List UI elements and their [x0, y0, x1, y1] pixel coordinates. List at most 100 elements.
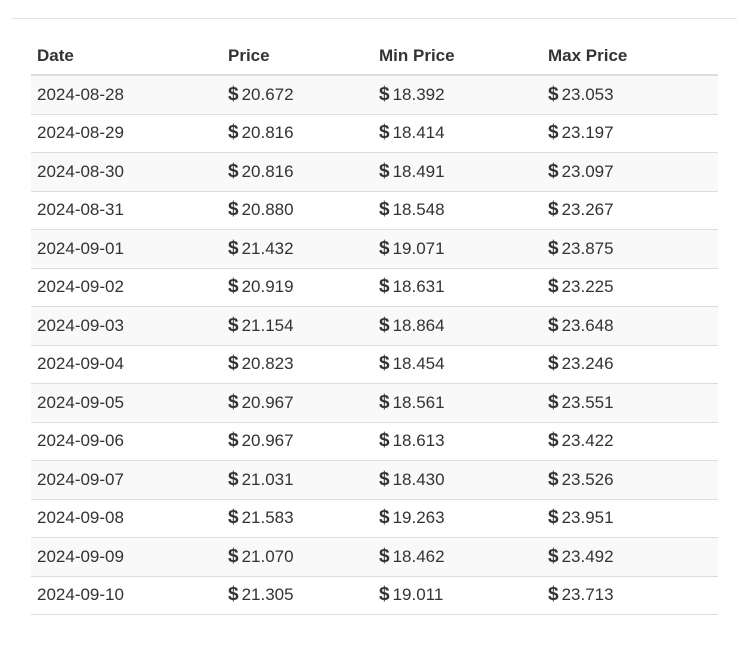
cell-value: 21.432 — [241, 238, 294, 258]
dollar-icon: $ — [228, 430, 239, 452]
cell-value: 20.816 — [241, 161, 294, 181]
cell-value: 23.875 — [561, 238, 614, 258]
header-price: Price — [222, 37, 373, 76]
dollar-icon: $ — [228, 122, 239, 144]
cell-max-price: $23.053 — [542, 75, 718, 115]
dollar-icon: $ — [228, 199, 239, 221]
dollar-icon: $ — [228, 160, 239, 182]
cell-value: 23.197 — [561, 123, 614, 143]
cell-date: 2024-09-01 — [31, 229, 222, 269]
table-row: 2024-09-05 $20.967 $18.561 $23.551 — [31, 383, 718, 423]
cell-value: 18.631 — [392, 277, 445, 297]
cell-price: $21.432 — [222, 229, 373, 269]
table-row: 2024-09-08 $21.583 $19.263 $23.951 — [31, 499, 718, 538]
cell-max-price: $23.648 — [542, 306, 718, 346]
cell-value: 18.548 — [392, 200, 445, 220]
cell-min-price: $18.613 — [373, 422, 542, 461]
cell-value: 21.305 — [241, 585, 294, 605]
cell-min-price: $18.454 — [373, 345, 542, 384]
cell-value: 19.263 — [392, 508, 445, 528]
dollar-icon: $ — [228, 584, 239, 606]
table-row: 2024-09-03 $21.154 $18.864 $23.648 — [31, 306, 718, 346]
cell-min-price: $18.430 — [373, 460, 542, 500]
cell-price: $20.823 — [222, 345, 373, 384]
dollar-icon: $ — [548, 468, 559, 490]
dollar-icon: $ — [379, 353, 390, 375]
dollar-icon: $ — [228, 314, 239, 336]
cell-value: 19.011 — [392, 585, 444, 605]
table-header-row: Date Price Min Price Max Price — [31, 37, 718, 76]
cell-value: 18.414 — [392, 123, 445, 143]
cell-min-price: $18.392 — [373, 75, 542, 115]
cell-max-price: $23.526 — [542, 460, 718, 500]
cell-date: 2024-09-05 — [31, 383, 222, 423]
cell-max-price: $23.951 — [542, 499, 718, 538]
dollar-icon: $ — [548, 507, 559, 529]
cell-price: $21.031 — [222, 460, 373, 500]
cell-date: 2024-09-08 — [31, 499, 222, 538]
dollar-icon: $ — [379, 468, 390, 490]
cell-value: 21.070 — [241, 546, 294, 566]
page: Date Price Min Price Max Price 2024-08-2… — [0, 0, 739, 656]
cell-date: 2024-09-07 — [31, 460, 222, 500]
dollar-icon: $ — [548, 391, 559, 413]
cell-min-price: $18.631 — [373, 268, 542, 307]
cell-value: 21.031 — [241, 469, 294, 489]
dollar-icon: $ — [548, 584, 559, 606]
cell-value: 20.967 — [241, 392, 294, 412]
cell-max-price: $23.246 — [542, 345, 718, 384]
cell-value: 20.823 — [241, 354, 294, 374]
dollar-icon: $ — [379, 584, 390, 606]
dollar-icon: $ — [228, 276, 239, 298]
cell-value: 20.816 — [241, 123, 294, 143]
cell-price: $20.816 — [222, 152, 373, 192]
dollar-icon: $ — [548, 353, 559, 375]
cell-price: $21.070 — [222, 537, 373, 577]
header-max-price: Max Price — [542, 37, 718, 76]
cell-max-price: $23.551 — [542, 383, 718, 423]
dollar-icon: $ — [379, 391, 390, 413]
cell-price: $20.967 — [222, 383, 373, 423]
dollar-icon: $ — [379, 314, 390, 336]
dollar-icon: $ — [228, 468, 239, 490]
dollar-icon: $ — [379, 83, 390, 105]
price-table-container: Date Price Min Price Max Price 2024-08-2… — [31, 37, 718, 615]
cell-value: 18.392 — [392, 84, 445, 104]
cell-price: $20.967 — [222, 422, 373, 461]
top-divider — [12, 18, 737, 19]
cell-min-price: $19.011 — [373, 576, 542, 615]
cell-date: 2024-08-28 — [31, 75, 222, 115]
cell-date: 2024-09-10 — [31, 576, 222, 615]
cell-value: 23.526 — [561, 469, 614, 489]
dollar-icon: $ — [548, 122, 559, 144]
table-row: 2024-09-10 $21.305 $19.011 $23.713 — [31, 576, 718, 615]
dollar-icon: $ — [548, 314, 559, 336]
cell-min-price: $18.548 — [373, 191, 542, 230]
dollar-icon: $ — [228, 507, 239, 529]
cell-date: 2024-08-29 — [31, 114, 222, 153]
header-date: Date — [31, 37, 222, 76]
cell-value: 23.246 — [561, 354, 614, 374]
cell-value: 23.648 — [561, 315, 614, 335]
cell-value: 19.071 — [392, 238, 445, 258]
dollar-icon: $ — [548, 276, 559, 298]
dollar-icon: $ — [379, 199, 390, 221]
cell-date: 2024-09-09 — [31, 537, 222, 577]
cell-value: 20.919 — [241, 277, 294, 297]
table-row: 2024-09-04 $20.823 $18.454 $23.246 — [31, 345, 718, 384]
table-body: 2024-08-28 $20.672 $18.392 $23.053 2024-08-2… — [31, 75, 718, 615]
cell-date: 2024-09-04 — [31, 345, 222, 384]
dollar-icon: $ — [548, 83, 559, 105]
cell-max-price: $23.875 — [542, 229, 718, 269]
cell-value: 23.492 — [561, 546, 614, 566]
cell-value: 18.491 — [392, 161, 445, 181]
cell-min-price: $18.561 — [373, 383, 542, 423]
table-row: 2024-09-07 $21.031 $18.430 $23.526 — [31, 460, 718, 500]
dollar-icon: $ — [379, 545, 390, 567]
cell-date: 2024-08-30 — [31, 152, 222, 192]
cell-value: 18.613 — [392, 431, 445, 451]
table-row: 2024-09-01 $21.432 $19.071 $23.875 — [31, 229, 718, 269]
cell-value: 18.462 — [392, 546, 445, 566]
dollar-icon: $ — [379, 160, 390, 182]
cell-value: 21.583 — [241, 508, 294, 528]
